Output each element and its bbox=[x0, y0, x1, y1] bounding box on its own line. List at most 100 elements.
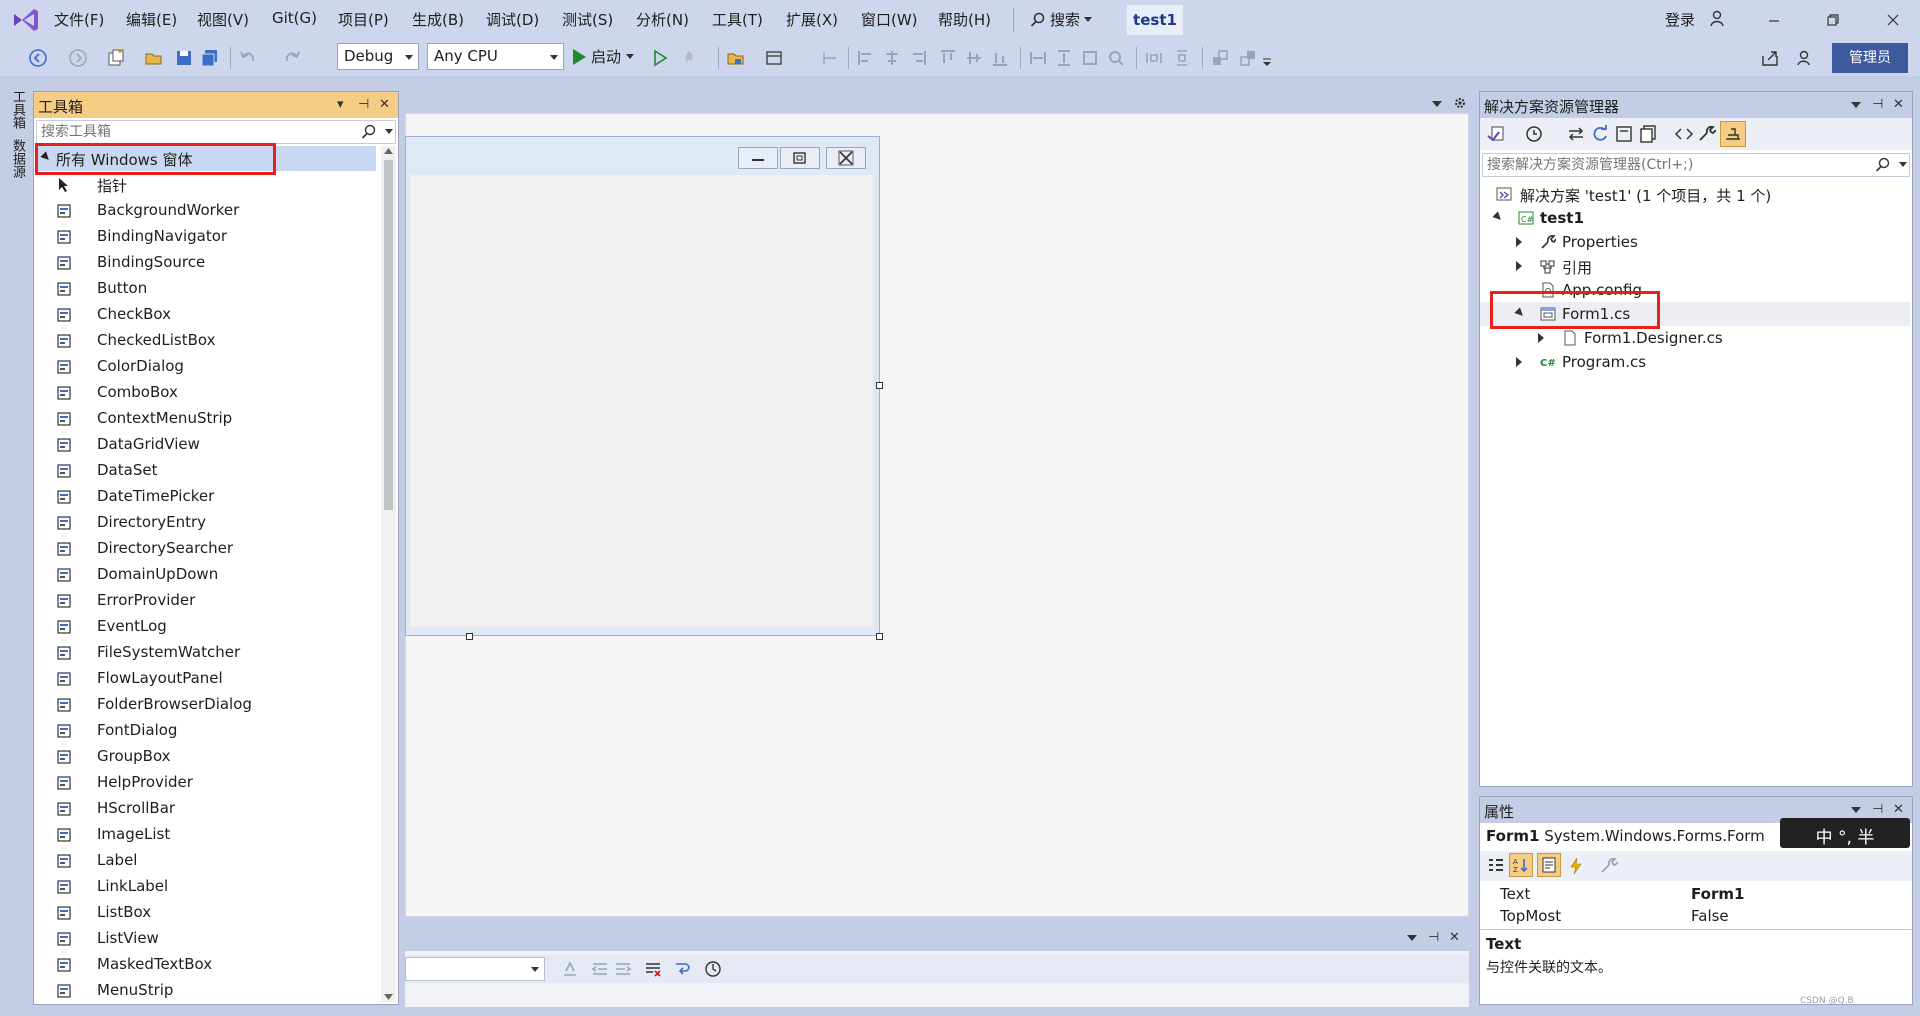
toolbox-item[interactable]: 指针 bbox=[34, 172, 379, 198]
properties-view-button[interactable] bbox=[1537, 853, 1561, 877]
toolbox-scrollbar[interactable] bbox=[381, 146, 396, 1002]
pin-icon[interactable]: ⊣ bbox=[1872, 802, 1883, 817]
form-client-area[interactable] bbox=[410, 175, 873, 627]
administrator-badge[interactable]: 管理员 bbox=[1832, 43, 1908, 73]
folder-browse-icon[interactable] bbox=[726, 48, 746, 68]
tree-solution-node[interactable]: 解决方案 'test1' (1 个项目，共 1 个) bbox=[1480, 182, 1910, 206]
start-without-debugging-icon[interactable] bbox=[650, 48, 670, 68]
chevron-down-icon[interactable] bbox=[385, 129, 393, 135]
solution-explorer-search-input[interactable] bbox=[1483, 154, 1873, 176]
toolbox-item[interactable]: DirectoryEntry bbox=[34, 510, 379, 536]
undo-icon[interactable] bbox=[238, 48, 258, 68]
menu-tools[interactable]: 工具(T) bbox=[712, 9, 763, 30]
tree-node-form1-designer[interactable]: Form1.Designer.cs bbox=[1480, 326, 1910, 350]
form-minimize-button[interactable] bbox=[738, 147, 778, 169]
property-value[interactable]: False bbox=[1691, 907, 1729, 925]
tab-data-sources[interactable]: 数据源 bbox=[8, 139, 27, 178]
preview-selected-button[interactable] bbox=[1720, 121, 1746, 147]
toolbox-item[interactable]: MenuStrip bbox=[34, 978, 379, 1004]
window-layout-icon[interactable] bbox=[764, 48, 784, 68]
pin-icon[interactable]: ⊣ bbox=[358, 97, 369, 112]
indent-left-icon[interactable] bbox=[590, 959, 610, 979]
selected-object-combo[interactable]: Form1 System.Windows.Forms.Form bbox=[1486, 827, 1765, 845]
search-icon[interactable] bbox=[361, 124, 377, 140]
resize-handle-bottom[interactable] bbox=[466, 633, 473, 640]
navigate-forward-icon[interactable] bbox=[68, 48, 88, 68]
align-lefts-icon[interactable] bbox=[856, 48, 876, 68]
toolbox-item[interactable]: BackgroundWorker bbox=[34, 198, 379, 224]
pin-icon[interactable]: ⊣ bbox=[1428, 930, 1439, 945]
new-project-icon[interactable] bbox=[106, 48, 126, 68]
collapsed-triangle-icon[interactable] bbox=[1516, 237, 1522, 247]
ime-status-bar[interactable]: 中 °, 半 bbox=[1780, 818, 1910, 848]
toolbox-item[interactable]: ErrorProvider bbox=[34, 588, 379, 614]
property-value[interactable]: Form1 bbox=[1691, 885, 1744, 903]
make-same-size-icon[interactable] bbox=[1080, 48, 1100, 68]
feedback-icon[interactable] bbox=[1795, 48, 1815, 68]
toolbox-item[interactable]: ImageList bbox=[34, 822, 379, 848]
toolbox-item[interactable]: ListView bbox=[34, 926, 379, 952]
scrollbar-thumb[interactable] bbox=[384, 160, 393, 510]
navigate-back-icon[interactable] bbox=[28, 48, 48, 68]
toolbox-item[interactable]: GroupBox bbox=[34, 744, 379, 770]
menu-edit[interactable]: 编辑(E) bbox=[126, 9, 177, 30]
close-icon[interactable]: ✕ bbox=[1449, 930, 1460, 945]
close-icon[interactable] bbox=[1883, 10, 1903, 30]
toolbox-item[interactable]: Button bbox=[34, 276, 379, 302]
toolbox-item[interactable]: BindingSource bbox=[34, 250, 379, 276]
search-icon[interactable] bbox=[1875, 157, 1891, 173]
form-maximize-button[interactable] bbox=[780, 147, 820, 169]
toolbox-item[interactable]: DataGridView bbox=[34, 432, 379, 458]
collapsed-triangle-icon[interactable] bbox=[1516, 357, 1522, 367]
make-same-width-icon[interactable] bbox=[1028, 48, 1048, 68]
resize-handle-right[interactable] bbox=[876, 382, 883, 389]
collapsed-triangle-icon[interactable] bbox=[1516, 261, 1522, 271]
align-grid-icon[interactable] bbox=[820, 48, 840, 68]
find-previous-icon[interactable] bbox=[560, 959, 580, 979]
send-to-back-icon[interactable] bbox=[1238, 48, 1258, 68]
tree-node-properties[interactable]: Properties bbox=[1480, 230, 1910, 254]
panel-options-icon[interactable] bbox=[1851, 102, 1861, 108]
refresh-icon[interactable] bbox=[1590, 124, 1610, 144]
form-close-button[interactable] bbox=[826, 147, 866, 169]
events-lightning-icon[interactable] bbox=[1566, 856, 1586, 876]
alphabetical-button[interactable]: AZ bbox=[1509, 853, 1533, 877]
toolbox-item[interactable]: FolderBrowserDialog bbox=[34, 692, 379, 718]
toolbox-search-field[interactable] bbox=[36, 120, 396, 144]
toggle-word-wrap-icon[interactable] bbox=[673, 959, 693, 979]
gear-icon[interactable] bbox=[1453, 96, 1467, 110]
pending-changes-filter-icon[interactable] bbox=[1524, 124, 1544, 144]
pin-icon[interactable]: ⊣ bbox=[1872, 97, 1883, 112]
tree-node-program[interactable]: C# Program.cs bbox=[1480, 350, 1910, 374]
toolbox-item[interactable]: DirectorySearcher bbox=[34, 536, 379, 562]
make-same-height-icon[interactable] bbox=[1054, 48, 1074, 68]
close-icon[interactable]: ✕ bbox=[1893, 97, 1904, 112]
toolbox-item[interactable]: ListBox bbox=[34, 900, 379, 926]
menu-test[interactable]: 测试(S) bbox=[562, 9, 613, 30]
toolbox-item[interactable]: DataSet bbox=[34, 458, 379, 484]
menu-window[interactable]: 窗口(W) bbox=[861, 9, 918, 30]
form1-design-window[interactable] bbox=[405, 136, 880, 636]
menu-view[interactable]: 视图(V) bbox=[197, 9, 249, 30]
property-row-text[interactable]: Text Form1 bbox=[1480, 883, 1910, 905]
align-centers-icon[interactable] bbox=[882, 48, 902, 68]
toolbox-item[interactable]: HelpProvider bbox=[34, 770, 379, 796]
solution-explorer-search-field[interactable] bbox=[1482, 153, 1910, 177]
align-middles-icon[interactable] bbox=[964, 48, 984, 68]
toolbox-item[interactable]: DomainUpDown bbox=[34, 562, 379, 588]
resize-handle-bottom-right[interactable] bbox=[876, 633, 883, 640]
toolbox-item[interactable]: ContextMenuStrip bbox=[34, 406, 379, 432]
menu-analyze[interactable]: 分析(N) bbox=[636, 9, 689, 30]
toolbox-item[interactable]: ComboBox bbox=[34, 380, 379, 406]
account-feedback-icon[interactable] bbox=[1708, 9, 1728, 29]
tab-toolbox[interactable]: 工具箱 bbox=[8, 90, 27, 129]
show-all-files-icon[interactable] bbox=[1638, 124, 1658, 144]
expanded-triangle-icon[interactable] bbox=[1492, 211, 1504, 223]
live-share-icon[interactable] bbox=[1760, 48, 1780, 68]
scroll-down-icon[interactable] bbox=[384, 994, 393, 1000]
toolbox-item[interactable]: ColorDialog bbox=[34, 354, 379, 380]
toolbox-item[interactable]: CheckedListBox bbox=[34, 328, 379, 354]
menu-git[interactable]: Git(G) bbox=[272, 9, 317, 27]
close-icon[interactable]: ✕ bbox=[1893, 802, 1904, 817]
clear-all-icon[interactable] bbox=[643, 959, 663, 979]
